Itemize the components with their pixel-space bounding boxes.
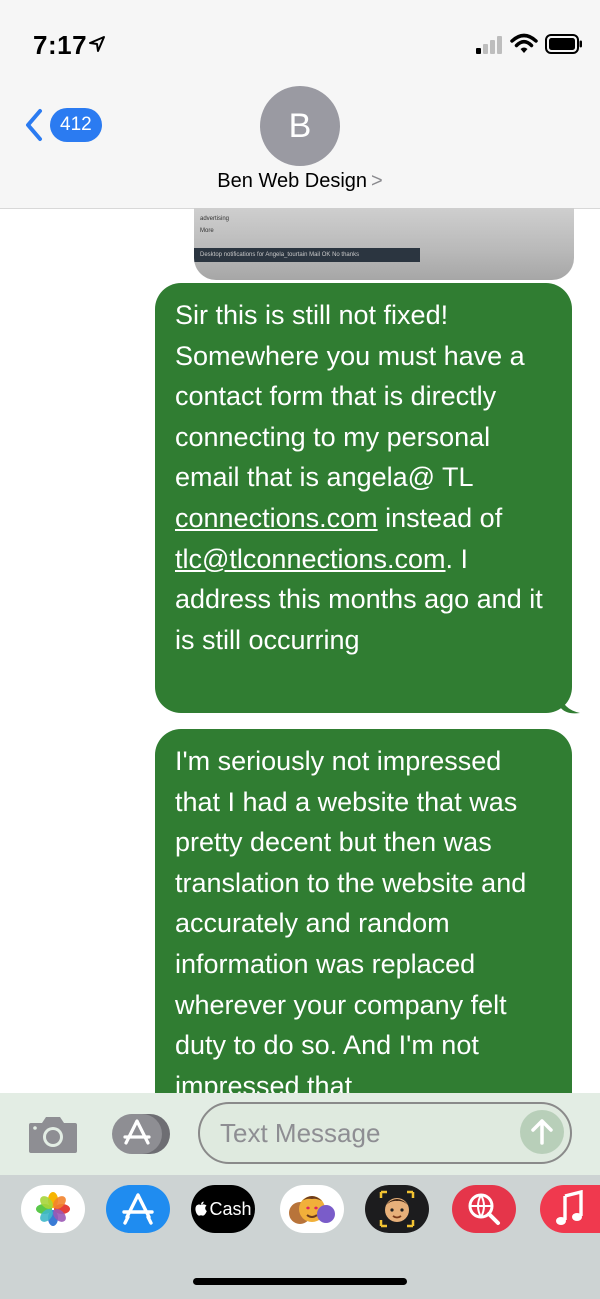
send-button[interactable] xyxy=(520,1110,564,1154)
memoji-app-button[interactable] xyxy=(365,1185,429,1233)
contact-name: Ben Web Design xyxy=(217,170,368,192)
message-text: I'm seriously not impressed that I had a… xyxy=(175,746,527,1093)
arrow-up-icon xyxy=(531,1119,553,1145)
app-store-app-button[interactable] xyxy=(106,1185,170,1233)
memoji-stickers-icon xyxy=(289,1196,335,1224)
status-time: 7:17 xyxy=(33,30,88,60)
conversation-header: 412 B Ben Web Design > xyxy=(0,86,600,209)
music-app-button[interactable] xyxy=(540,1185,600,1233)
message-composer xyxy=(0,1093,600,1175)
status-bar: 7:17 xyxy=(0,0,600,90)
photos-icon xyxy=(36,1192,70,1226)
message-link[interactable]: tlc@tlconnections.com xyxy=(175,544,446,574)
apple-logo-icon xyxy=(195,1201,208,1216)
message-link[interactable]: connections.com xyxy=(175,503,378,533)
imessage-app-drawer: Cash xyxy=(0,1175,600,1299)
app-store-icon xyxy=(122,1193,154,1225)
battery-icon xyxy=(545,34,582,54)
photos-app-button[interactable] xyxy=(21,1185,85,1233)
message-text: instead of xyxy=(377,502,503,533)
memoji-face-icon xyxy=(379,1190,415,1228)
bubble-tail xyxy=(560,693,580,714)
message-input-field[interactable] xyxy=(198,1102,572,1164)
apple-cash-label: Cash xyxy=(209,1198,252,1219)
web-images-app-button[interactable] xyxy=(452,1185,516,1233)
camera-icon[interactable] xyxy=(27,1113,79,1155)
message-text: Sir this is still not fixed! Somewhere y… xyxy=(175,300,525,493)
message-list[interactable]: advertising More Desktop notifications f… xyxy=(0,208,600,1093)
image-notification-bar: Desktop notifications for Angela_tourtai… xyxy=(194,248,420,262)
contact-name-button[interactable]: Ben Web Design > xyxy=(0,170,600,193)
location-arrow-icon xyxy=(89,36,105,52)
image-attachment[interactable]: advertising More Desktop notifications f… xyxy=(194,208,574,280)
chevron-left-icon xyxy=(26,109,42,141)
home-indicator xyxy=(193,1278,407,1285)
unread-count-badge: 412 xyxy=(50,108,102,142)
apple-cash-app-button[interactable]: Cash xyxy=(191,1185,255,1233)
globe-search-icon xyxy=(468,1193,500,1225)
chevron-right-icon: > xyxy=(371,170,383,192)
music-note-icon xyxy=(556,1190,583,1225)
message-input[interactable] xyxy=(218,1117,512,1150)
wifi-icon xyxy=(510,33,538,53)
app-store-icon[interactable] xyxy=(112,1112,172,1156)
contact-avatar[interactable]: B xyxy=(260,86,340,166)
image-text-line: advertising xyxy=(200,216,230,222)
cellular-signal-icon xyxy=(476,36,502,54)
image-text-line: More xyxy=(200,228,214,234)
message-bubble[interactable]: Sir this is still not fixed! Somewhere y… xyxy=(155,283,572,713)
animoji-stickers-app-button[interactable] xyxy=(280,1185,344,1233)
message-bubble[interactable]: I'm seriously not impressed that I had a… xyxy=(155,729,572,1093)
back-button[interactable]: 412 xyxy=(24,108,102,142)
